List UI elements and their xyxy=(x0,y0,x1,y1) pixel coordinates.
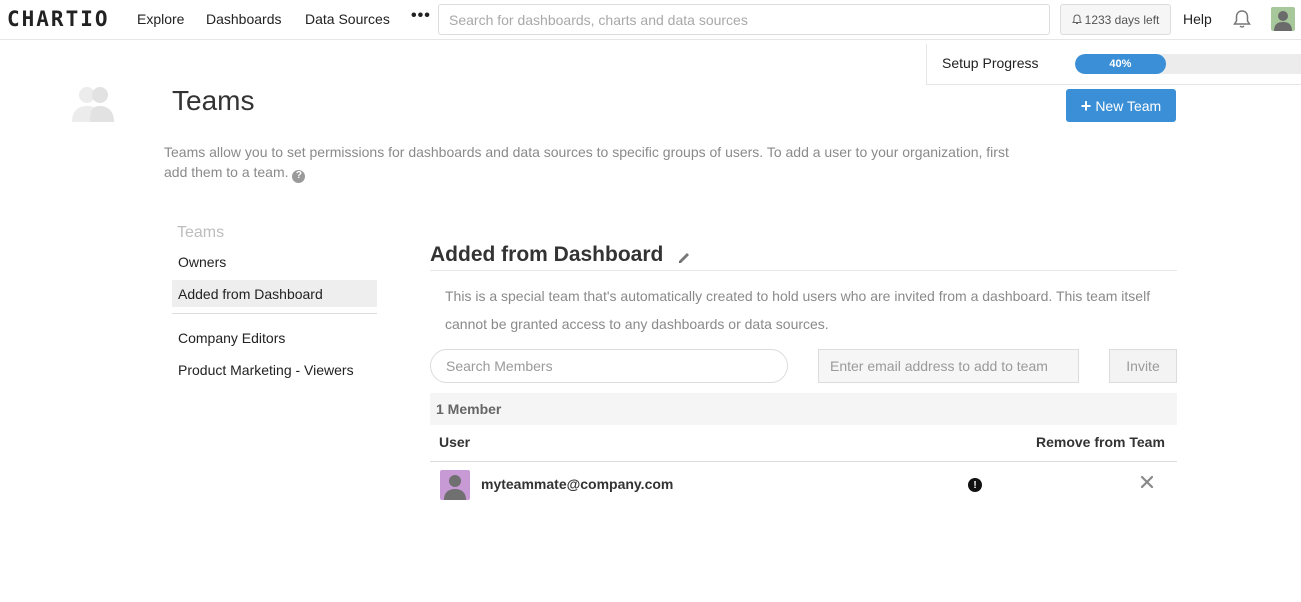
search-members-input[interactable] xyxy=(430,349,788,383)
table-header-divider xyxy=(430,461,1177,462)
member-email: myteammate@company.com xyxy=(481,476,674,492)
trial-days-left-button[interactable]: 1233 days left xyxy=(1060,4,1171,35)
new-team-button[interactable]: + New Team xyxy=(1066,89,1176,122)
user-avatar[interactable] xyxy=(1271,7,1295,31)
help-link[interactable]: Help xyxy=(1183,11,1212,27)
setup-progress-panel[interactable]: Setup Progress 40% xyxy=(926,44,1301,85)
new-team-label: New Team xyxy=(1095,97,1162,114)
nav-explore[interactable]: Explore xyxy=(137,11,184,27)
member-count: 1 Member xyxy=(436,401,502,417)
plus-icon: + xyxy=(1080,95,1092,116)
setup-progress-label: Setup Progress xyxy=(942,55,1039,71)
team-item-product-marketing-viewers[interactable]: Product Marketing - Viewers xyxy=(172,356,377,383)
chartio-logo[interactable]: CHARTIO xyxy=(7,7,110,31)
nav-dashboards[interactable]: Dashboards xyxy=(206,11,282,27)
edit-pencil-icon[interactable] xyxy=(676,250,692,266)
bell-icon[interactable] xyxy=(1231,8,1253,30)
question-icon[interactable]: ? xyxy=(292,169,306,183)
member-count-bar: 1 Member xyxy=(430,393,1177,425)
invite-button[interactable]: Invite xyxy=(1109,349,1177,383)
add-member-email-input[interactable] xyxy=(818,349,1079,383)
column-header-remove: Remove from Team xyxy=(1036,434,1165,450)
team-title-divider xyxy=(430,270,1177,271)
teams-list-divider xyxy=(172,313,377,314)
page-title: Teams xyxy=(172,85,255,116)
team-description: This is a special team that's automatica… xyxy=(445,288,1151,332)
more-menu-icon[interactable]: ••• xyxy=(411,7,431,25)
column-header-user: User xyxy=(439,434,471,450)
user-silhouette-icon xyxy=(1274,11,1292,31)
trial-days-left-text: 1233 days left xyxy=(1084,12,1160,27)
teams-list-heading: Teams xyxy=(177,224,225,241)
team-item-added-from-dashboard[interactable]: Added from Dashboard xyxy=(172,280,377,307)
teams-icon xyxy=(72,87,114,122)
nav-data-sources[interactable]: Data Sources xyxy=(305,11,390,27)
team-item-owners[interactable]: Owners xyxy=(172,248,377,275)
team-title: Added from Dashboard xyxy=(430,243,664,266)
setup-progress-bar: 40% xyxy=(1075,54,1301,74)
small-bell-icon xyxy=(1071,14,1082,24)
warning-icon[interactable]: ! xyxy=(968,478,982,492)
global-search-input[interactable] xyxy=(438,4,1050,35)
team-item-company-editors[interactable]: Company Editors xyxy=(172,324,377,351)
top-navbar: CHARTIO Explore Dashboards Data Sources … xyxy=(0,0,1301,40)
member-avatar xyxy=(440,470,470,500)
page-description-text: Teams allow you to set permissions for d… xyxy=(164,144,1009,180)
remove-member-icon[interactable] xyxy=(1139,474,1155,490)
setup-progress-fill: 40% xyxy=(1075,54,1166,74)
user-silhouette-icon xyxy=(444,475,466,500)
page-description: Teams allow you to set permissions for d… xyxy=(164,142,1014,183)
